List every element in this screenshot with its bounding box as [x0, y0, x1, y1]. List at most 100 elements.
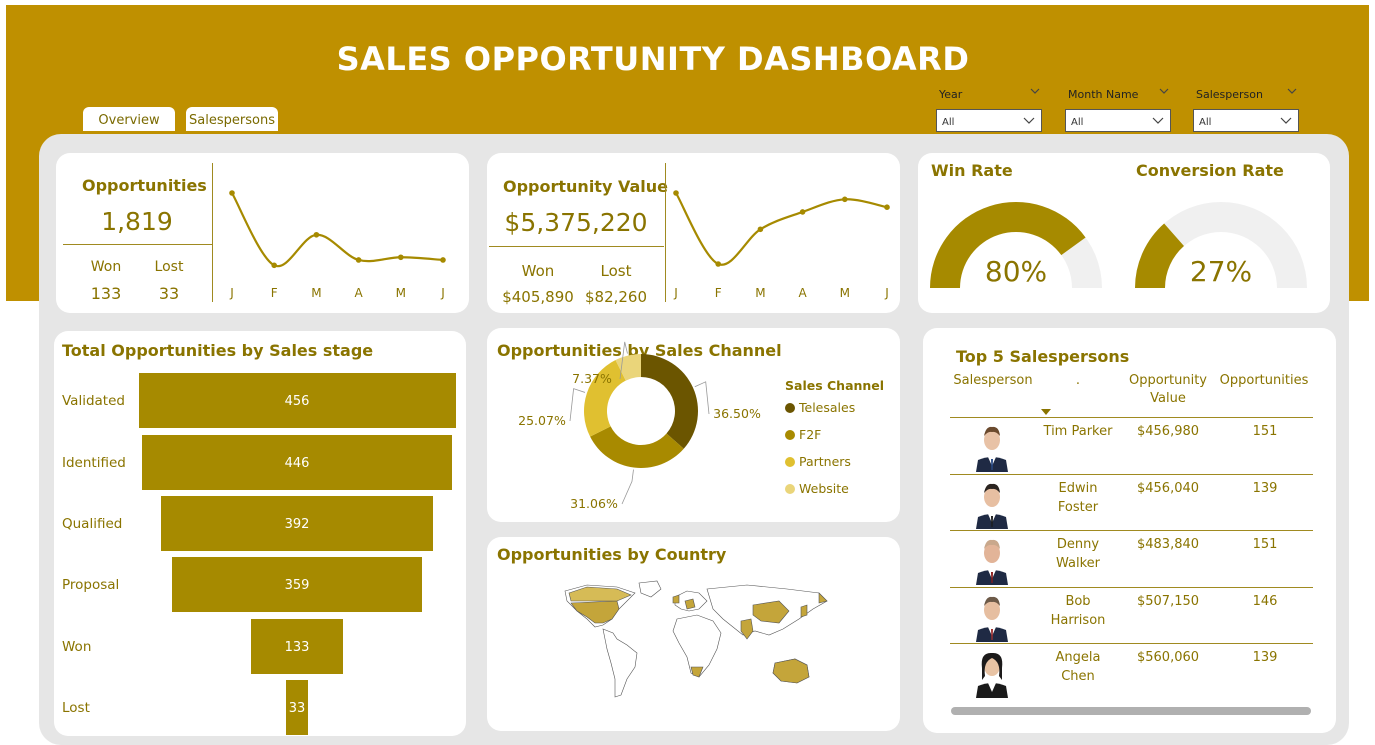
legend-item[interactable]: Website — [785, 481, 855, 508]
x-tick-label: J — [673, 286, 678, 300]
conversion-rate-value: 27% — [1189, 255, 1253, 288]
column-header-dot[interactable]: . — [1053, 372, 1103, 390]
funnel-stage-label: Identified — [62, 455, 126, 471]
horizontal-scrollbar[interactable] — [951, 707, 1311, 715]
legend-label: Telesales — [799, 400, 856, 415]
column-header-opportunity-value[interactable]: Opportunity Value — [1123, 372, 1213, 408]
gauge-charts — [930, 202, 1307, 288]
funnel-title: Total Opportunities by Sales stage — [62, 341, 374, 360]
data-point[interactable] — [673, 190, 679, 196]
data-point[interactable] — [398, 254, 404, 261]
table-row[interactable]: Bob Harrison $507,150 146 — [950, 588, 1313, 643]
opportunity-value-cell: $456,040 — [1136, 480, 1200, 496]
kpi-value-card[interactable]: Opportunity Value $5,375,220 Won Lost $4… — [487, 153, 900, 313]
legend-title: Sales Channel — [785, 378, 885, 393]
kpi-value-title: Opportunity Value — [503, 177, 668, 196]
table-row[interactable]: Edwin Foster $456,040 139 — [950, 475, 1313, 530]
won-value: 133 — [90, 284, 122, 303]
data-point[interactable] — [355, 257, 362, 263]
data-point[interactable] — [799, 209, 806, 215]
slicer-salesperson-dropdown[interactable]: All — [1193, 109, 1299, 132]
x-tick-label: J — [884, 286, 889, 300]
funnel-bar[interactable]: 456 — [138, 373, 456, 428]
data-point[interactable] — [271, 262, 277, 269]
legend-item[interactable]: Partners — [785, 454, 855, 481]
series-line — [231, 192, 444, 268]
x-tick-label: M — [755, 286, 765, 300]
page-title: SALES OPPORTUNITY DASHBOARD — [336, 40, 970, 78]
opportunities-trend-chart[interactable]: JFMAMJ — [213, 153, 463, 313]
slicer-month-dropdown[interactable]: All — [1065, 109, 1171, 132]
funnel-stage-label: Proposal — [62, 577, 120, 593]
x-tick-label: M — [840, 286, 850, 300]
chevron-down-icon — [1152, 117, 1164, 124]
kpi-opportunities-card[interactable]: Opportunities 1,819 Won Lost 133 33 J F M A… — [56, 153, 469, 313]
opportunity-value-cell: $560,060 — [1136, 650, 1200, 665]
top5-title: Top 5 Salespersons — [956, 347, 1130, 366]
x-tick-label: F — [715, 286, 722, 300]
kpi-value-amount: $5,375,220 — [504, 208, 648, 237]
funnel-stage-label: Lost — [62, 700, 90, 716]
funnel-bar[interactable]: 33 — [285, 680, 309, 735]
funnel-bar[interactable]: 392 — [160, 496, 434, 551]
opportunities-cell: 151 — [1252, 424, 1278, 439]
data-point[interactable] — [842, 196, 848, 203]
tab-salespersons[interactable]: Salespersons — [186, 107, 278, 131]
divider — [63, 244, 212, 245]
slicer-year-label: Year — [939, 88, 963, 101]
opportunities-cell: 146 — [1252, 593, 1278, 609]
kpi-opportunities-value: 1,819 — [101, 207, 173, 236]
table-row[interactable]: Angela Chen $560,060 139 — [950, 644, 1313, 699]
legend-label: Website — [799, 481, 849, 496]
rates-card[interactable]: Win Rate Conversion Rate 80% 27% — [918, 153, 1330, 313]
channel-card[interactable]: Opportunities by Sales Channel 36.50% 31.… — [487, 328, 900, 522]
lost-label: Lost — [600, 262, 632, 280]
kpi-opportunities-title: Opportunities — [82, 176, 207, 195]
map-japan — [800, 604, 808, 618]
data-point[interactable] — [884, 204, 890, 210]
chevron-down-icon[interactable] — [1287, 86, 1297, 96]
funnel-bar[interactable]: 446 — [141, 435, 453, 490]
channel-donut-chart[interactable]: 36.50% 31.06% 25.07% 7.37% — [487, 328, 777, 522]
series-line — [675, 192, 888, 266]
x-tick-label: J — [229, 286, 234, 300]
data-point[interactable] — [757, 226, 764, 233]
opportunity-value-cell: $456,980 — [1136, 424, 1200, 439]
world-map[interactable] — [557, 579, 837, 709]
legend-swatch — [785, 484, 795, 494]
data-point[interactable] — [715, 261, 721, 267]
top5-card[interactable]: Top 5 Salespersons Salesperson . Opportu… — [923, 328, 1336, 733]
chevron-down-icon[interactable] — [1159, 86, 1169, 96]
data-label: 31.06% — [570, 496, 618, 511]
funnel-bar[interactable]: 359 — [172, 557, 422, 612]
data-point[interactable] — [229, 190, 235, 196]
data-point[interactable] — [313, 231, 320, 238]
country-card[interactable]: Opportunities by Country — [487, 537, 900, 731]
tab-overview[interactable]: Overview — [83, 107, 175, 131]
table-row[interactable]: Denny Walker $483,840 151 — [950, 531, 1313, 586]
sort-desc-icon[interactable] — [1040, 408, 1052, 416]
divider — [489, 246, 664, 247]
legend-swatch — [785, 403, 795, 413]
funnel-bar[interactable]: 133 — [250, 619, 344, 674]
donut-slice[interactable] — [641, 354, 698, 449]
value-trend-chart[interactable]: JFMAMJ — [666, 153, 896, 313]
chevron-down-icon — [1023, 117, 1035, 124]
legend-item[interactable]: Telesales — [785, 400, 855, 427]
salesperson-name: Denny Walker — [1055, 537, 1100, 571]
data-point[interactable] — [440, 257, 446, 263]
legend-item[interactable]: F2F — [785, 427, 855, 454]
leader-line — [569, 388, 586, 422]
opportunity-value-cell: $483,840 — [1136, 537, 1200, 552]
slicer-month-label: Month Name — [1068, 88, 1139, 101]
opportunities-cell: 139 — [1252, 480, 1278, 496]
lost-label: Lost — [154, 259, 184, 275]
column-header-opportunities[interactable]: Opportunities — [1216, 372, 1312, 390]
opportunities-cell: 139 — [1252, 650, 1278, 665]
column-header-salesperson[interactable]: Salesperson — [945, 372, 1041, 390]
x-tick-label: J — [440, 286, 445, 300]
x-tick-label: M — [396, 286, 406, 300]
table-row[interactable]: Tim Parker $456,980 151 — [950, 418, 1313, 473]
slicer-year-dropdown[interactable]: All — [936, 109, 1042, 132]
chevron-down-icon[interactable] — [1030, 86, 1040, 96]
